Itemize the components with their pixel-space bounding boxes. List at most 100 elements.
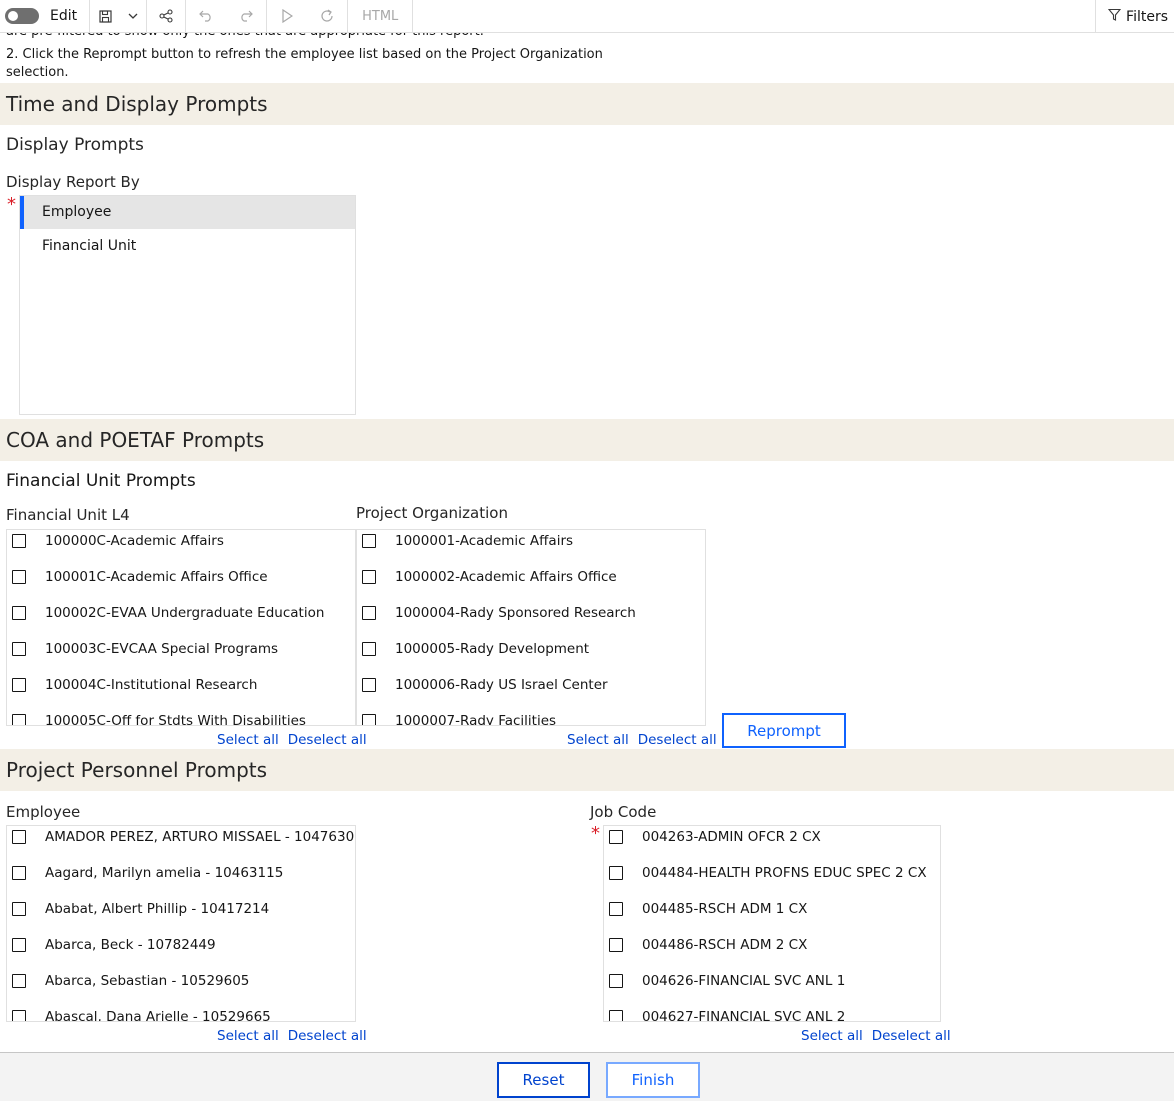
list-item[interactable]: 100000C-Academic Affairs bbox=[12, 531, 224, 551]
share-group bbox=[147, 0, 187, 33]
checkbox[interactable] bbox=[609, 974, 623, 988]
list-item[interactable]: 004263-ADMIN OFCR 2 CX bbox=[609, 827, 821, 847]
checkbox[interactable] bbox=[609, 830, 623, 844]
select-all-link[interactable]: Select all bbox=[801, 1028, 863, 1044]
list-item[interactable]: 004627-FINANCIAL SVC ANL 2 bbox=[609, 1007, 846, 1022]
reprompt-button[interactable]: Reprompt bbox=[722, 713, 846, 748]
list-item[interactable]: 004486-RSCH ADM 2 CX bbox=[609, 935, 807, 955]
checkbox[interactable] bbox=[362, 534, 376, 548]
save-icon[interactable] bbox=[90, 0, 120, 33]
item-label: 1000005-Rady Development bbox=[395, 641, 590, 657]
prompt-footer: Reset Finish bbox=[0, 1052, 1174, 1101]
deselect-all-link[interactable]: Deselect all bbox=[288, 1028, 367, 1044]
checkbox[interactable] bbox=[12, 678, 26, 692]
employee-list[interactable]: AMADOR PEREZ, ARTURO MISSAEL - 10476305 … bbox=[6, 825, 356, 1022]
list-item[interactable]: 004626-FINANCIAL SVC ANL 1 bbox=[609, 971, 845, 991]
list-item[interactable]: 100002C-EVAA Undergraduate Education bbox=[12, 603, 324, 623]
list-item[interactable]: Abarca, Beck - 10782449 bbox=[12, 935, 216, 955]
item-label: 100003C-EVCAA Special Programs bbox=[45, 641, 279, 657]
instructions-text: are pre-filtered to show only the ones t… bbox=[6, 30, 606, 82]
list-item[interactable]: Aagard, Marilyn amelia - 10463115 bbox=[12, 863, 283, 883]
list-item[interactable]: 100005C-Off for Stdts With Disabilities bbox=[12, 711, 306, 726]
display-report-by-label: Display Report By bbox=[6, 173, 140, 191]
display-report-by-list[interactable]: Employee Financial Unit bbox=[19, 195, 356, 415]
list-item[interactable]: 1000007-Rady Facilities bbox=[362, 711, 556, 725]
project-organization-label: Project Organization bbox=[356, 504, 508, 522]
list-item-employee[interactable]: Employee bbox=[20, 196, 355, 229]
item-label: Ababat, Albert Phillip - 10417214 bbox=[45, 901, 270, 917]
item-label: 004263-ADMIN OFCR 2 CX bbox=[642, 829, 821, 845]
list-item[interactable]: AMADOR PEREZ, ARTURO MISSAEL - 10476305 bbox=[12, 827, 355, 847]
chevron-down-icon[interactable] bbox=[120, 0, 146, 33]
employee-select-links: Select all Deselect all bbox=[217, 1028, 367, 1044]
list-item[interactable]: 004485-RSCH ADM 1 CX bbox=[609, 899, 807, 919]
checkbox[interactable] bbox=[362, 714, 376, 725]
save-group bbox=[90, 0, 148, 33]
checkbox[interactable] bbox=[12, 642, 26, 656]
undo-icon[interactable] bbox=[186, 0, 226, 33]
list-item-financial-unit[interactable]: Financial Unit bbox=[20, 230, 355, 263]
edit-toggle[interactable] bbox=[5, 8, 39, 24]
select-all-link[interactable]: Select all bbox=[217, 732, 279, 748]
job-code-select-links: Select all Deselect all bbox=[801, 1028, 951, 1044]
checkbox[interactable] bbox=[12, 974, 26, 988]
checkbox[interactable] bbox=[12, 830, 26, 844]
edit-toggle-group: Edit bbox=[0, 0, 91, 33]
checkbox[interactable] bbox=[362, 606, 376, 620]
required-indicator: * bbox=[7, 194, 16, 215]
deselect-all-link[interactable]: Deselect all bbox=[288, 732, 367, 748]
checkbox[interactable] bbox=[12, 570, 26, 584]
checkbox[interactable] bbox=[609, 902, 623, 916]
item-label: 004626-FINANCIAL SVC ANL 1 bbox=[642, 973, 846, 989]
select-all-link[interactable]: Select all bbox=[567, 732, 629, 748]
financial-unit-l4-list[interactable]: 100000C-Academic Affairs 100001C-Academi… bbox=[6, 529, 356, 726]
item-label: 100002C-EVAA Undergraduate Education bbox=[45, 605, 325, 621]
checkbox[interactable] bbox=[12, 938, 26, 952]
list-item[interactable]: 100003C-EVCAA Special Programs bbox=[12, 639, 278, 659]
reset-button[interactable]: Reset bbox=[497, 1062, 590, 1098]
checkbox[interactable] bbox=[12, 866, 26, 880]
checkbox[interactable] bbox=[609, 866, 623, 880]
deselect-all-link[interactable]: Deselect all bbox=[638, 732, 717, 748]
list-item[interactable]: Abascal, Dana Arielle - 10529665 bbox=[12, 1007, 271, 1021]
checkbox[interactable] bbox=[609, 938, 623, 952]
list-item[interactable]: 1000005-Rady Development bbox=[362, 639, 589, 659]
checkbox[interactable] bbox=[609, 1010, 623, 1021]
project-organization-list[interactable]: 1000001-Academic Affairs 1000002-Academi… bbox=[356, 529, 706, 726]
item-label: 004627-FINANCIAL SVC ANL 2 bbox=[642, 1009, 846, 1022]
checkbox[interactable] bbox=[12, 1010, 26, 1021]
html-format-button[interactable]: HTML bbox=[348, 0, 414, 33]
list-item[interactable]: 004484-HEALTH PROFNS EDUC SPEC 2 CX bbox=[609, 863, 927, 883]
finish-button[interactable]: Finish bbox=[606, 1062, 700, 1098]
item-label: 004486-RSCH ADM 2 CX bbox=[642, 937, 808, 953]
checkbox[interactable] bbox=[362, 678, 376, 692]
list-item[interactable]: Abarca, Sebastian - 10529605 bbox=[12, 971, 249, 991]
list-item[interactable]: 1000001-Academic Affairs bbox=[362, 531, 573, 551]
job-code-label: Job Code bbox=[590, 803, 657, 821]
checkbox[interactable] bbox=[362, 570, 376, 584]
checkbox[interactable] bbox=[12, 534, 26, 548]
refresh-icon[interactable] bbox=[307, 0, 347, 33]
list-item[interactable]: 1000006-Rady US Israel Center bbox=[362, 675, 608, 695]
list-item[interactable]: 100004C-Institutional Research bbox=[12, 675, 257, 695]
select-all-link[interactable]: Select all bbox=[217, 1028, 279, 1044]
list-item[interactable]: 100001C-Academic Affairs Office bbox=[12, 567, 268, 587]
checkbox[interactable] bbox=[12, 714, 26, 725]
filter-icon bbox=[1107, 8, 1122, 25]
edit-label: Edit bbox=[50, 8, 78, 24]
filters-label: Filters bbox=[1126, 8, 1168, 25]
instructions-line-2: 2. Click the Reprompt button to refresh … bbox=[6, 47, 603, 62]
checkbox[interactable] bbox=[362, 642, 376, 656]
list-item[interactable]: Ababat, Albert Phillip - 10417214 bbox=[12, 899, 269, 919]
checkbox[interactable] bbox=[12, 606, 26, 620]
share-icon[interactable] bbox=[147, 0, 185, 33]
checkbox[interactable] bbox=[12, 902, 26, 916]
deselect-all-link[interactable]: Deselect all bbox=[872, 1028, 951, 1044]
run-icon[interactable] bbox=[267, 0, 307, 33]
item-label: 100005C-Off for Stdts With Disabilities bbox=[45, 713, 306, 726]
list-item[interactable]: 1000002-Academic Affairs Office bbox=[362, 567, 617, 587]
list-item[interactable]: 1000004-Rady Sponsored Research bbox=[362, 603, 636, 623]
redo-icon[interactable] bbox=[226, 0, 266, 33]
job-code-list[interactable]: 004263-ADMIN OFCR 2 CX 004484-HEALTH PRO… bbox=[603, 825, 941, 1022]
filters-button[interactable]: Filters bbox=[1095, 0, 1174, 33]
